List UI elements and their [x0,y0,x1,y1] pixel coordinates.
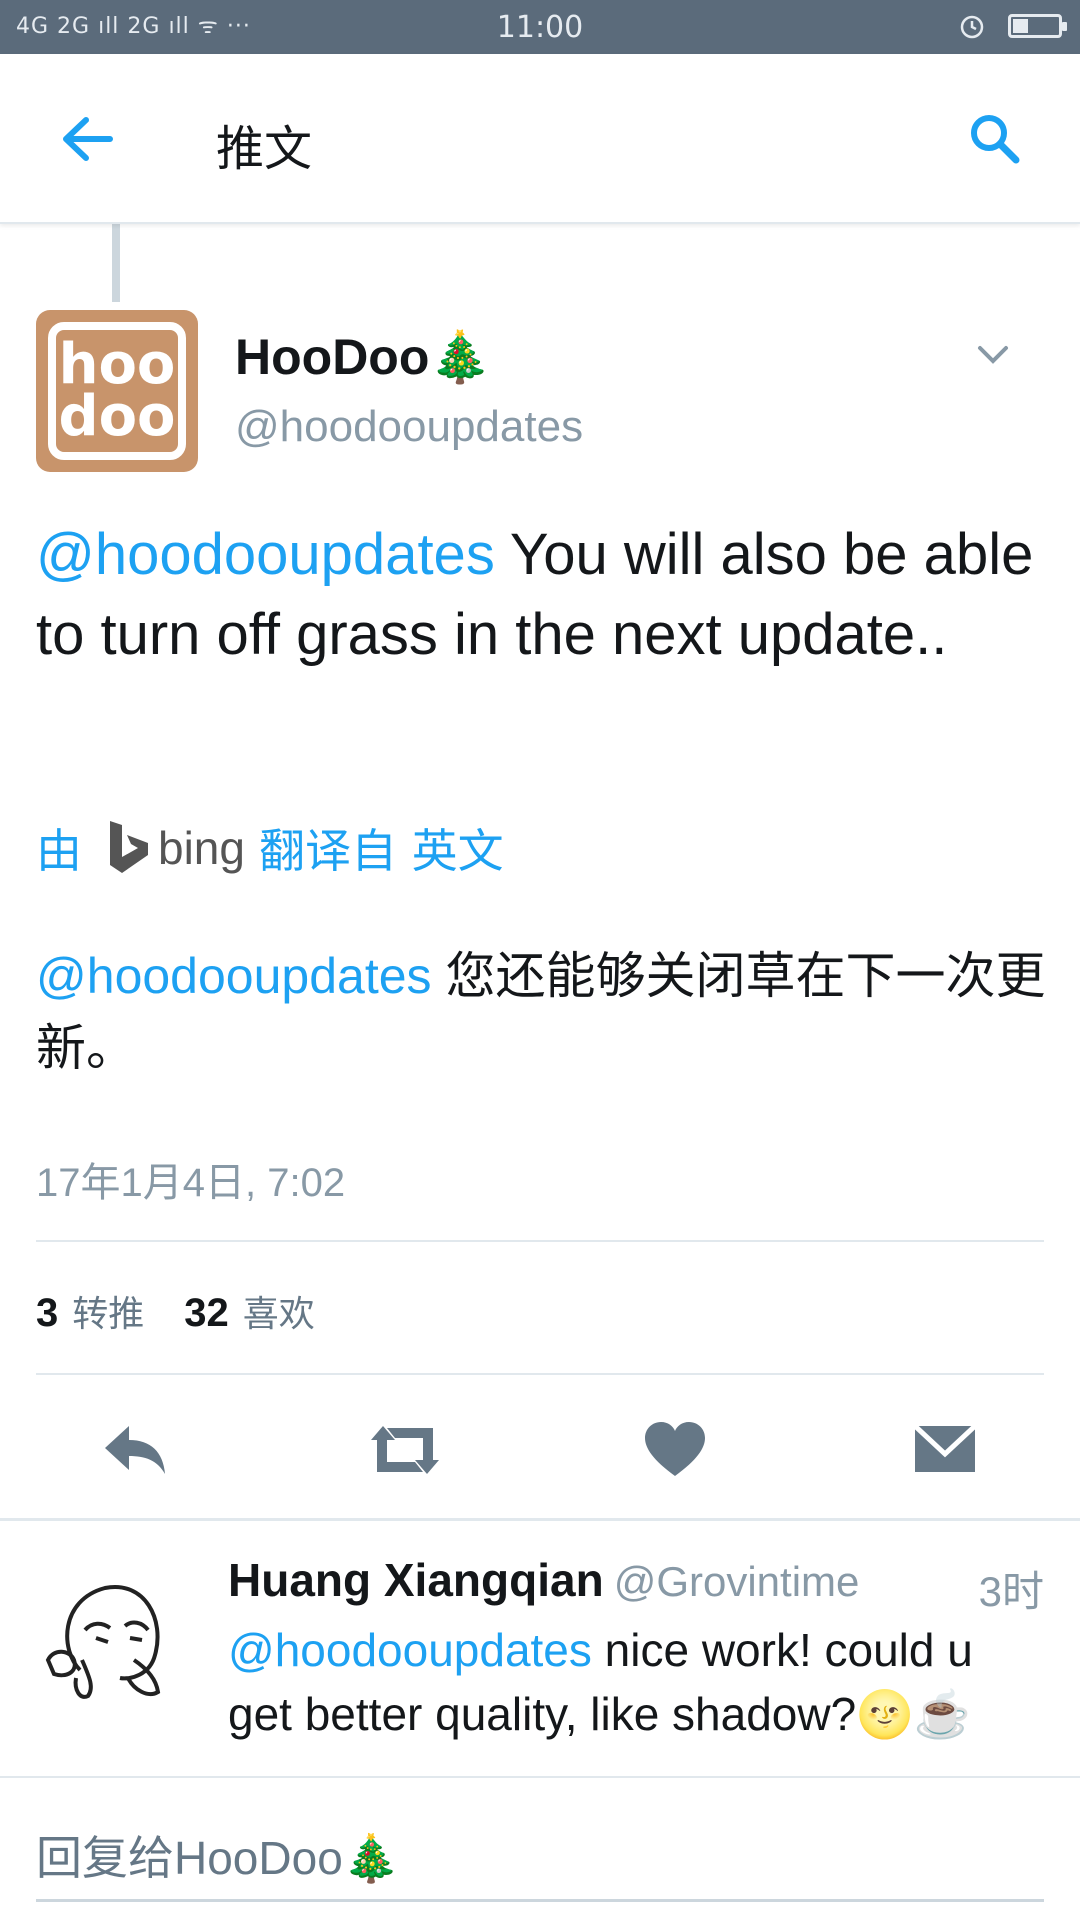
divider [36,1373,1044,1375]
app-bar: 推文 [0,54,1080,224]
tweet-text: @hoodooupdates You will also be able to … [36,515,1036,675]
heart-icon [645,1422,705,1476]
reply-author[interactable]: Huang Xiangqian @Grovintime [228,1553,859,1607]
retweet-label[interactable]: 转推 [72,1285,144,1337]
like-label[interactable]: 喜欢 [243,1285,315,1337]
translated-text: @hoodooupdates 您还能够关闭草在下一次更新。 [36,940,1046,1084]
tweet-timestamp: 17年1月4日, 7:02 [36,1161,346,1205]
battery-icon [1008,14,1067,38]
search-icon[interactable] [966,110,1022,166]
reply-text[interactable]: @hoodooupdates nice work! could u get be… [228,1618,1028,1746]
like-count[interactable]: 32 [184,1291,229,1336]
alarm-icon [960,15,984,39]
translation-attribution[interactable]: 由 bing 翻译自 英文 [36,815,504,881]
author-name-row[interactable]: HooDoo🎄 [235,328,492,387]
reply-input[interactable]: 回复给HooDoo🎄 [36,1822,400,1888]
avatar-logo-top: hoo [58,332,176,397]
like-button[interactable] [630,1410,720,1490]
avatar[interactable]: hoo doo [36,310,198,472]
mail-icon [913,1424,977,1472]
status-bar: 4G 2G ıll 2G ıll ᯤ ··· 11:00 [0,0,1080,54]
reply-mention[interactable]: @hoodooupdates [228,1624,592,1676]
translated-mention[interactable]: @hoodooupdates [36,948,432,1004]
author-name: HooDoo [235,329,430,385]
divider [0,1518,1080,1521]
page-title: 推文 [216,121,313,177]
avatar-logo-bottom: doo [58,384,176,449]
input-underline [36,1899,1044,1902]
chevron-down-icon[interactable] [974,340,1012,370]
reply-button[interactable] [90,1410,180,1490]
retweet-count[interactable]: 3 [36,1291,58,1336]
reply-avatar[interactable] [30,1560,190,1720]
back-arrow-icon[interactable] [58,114,114,164]
reply-author-name: Huang Xiangqian [228,1554,604,1606]
retweet-button[interactable] [360,1410,450,1490]
translate-prefix: 由 [36,824,82,878]
troll-face-avatar-icon [45,1584,161,1699]
prev-tweet-thread-line [112,222,120,302]
bing-logo-icon [110,821,148,873]
tweet-mention[interactable]: @hoodooupdates [36,522,495,587]
share-button[interactable] [900,1410,990,1490]
reply-time: 3时 [978,1568,1044,1615]
reply-icon [105,1426,165,1474]
status-right [958,12,1067,40]
author-emoji: 🎄 [429,329,492,385]
author-handle[interactable]: @hoodooupdates [235,402,583,452]
reply-author-handle: @Grovintime [613,1558,860,1605]
divider [36,1240,1044,1242]
reply-compose-bar[interactable]: 回复给HooDoo🎄 [0,1776,1080,1922]
bing-label: bing [158,822,245,874]
tweet-stats: 3 转推 32 喜欢 [36,1285,355,1337]
retweet-icon [371,1426,439,1474]
translate-suffix: 翻译自 英文 [258,824,504,878]
status-time: 11:00 [496,10,584,45]
